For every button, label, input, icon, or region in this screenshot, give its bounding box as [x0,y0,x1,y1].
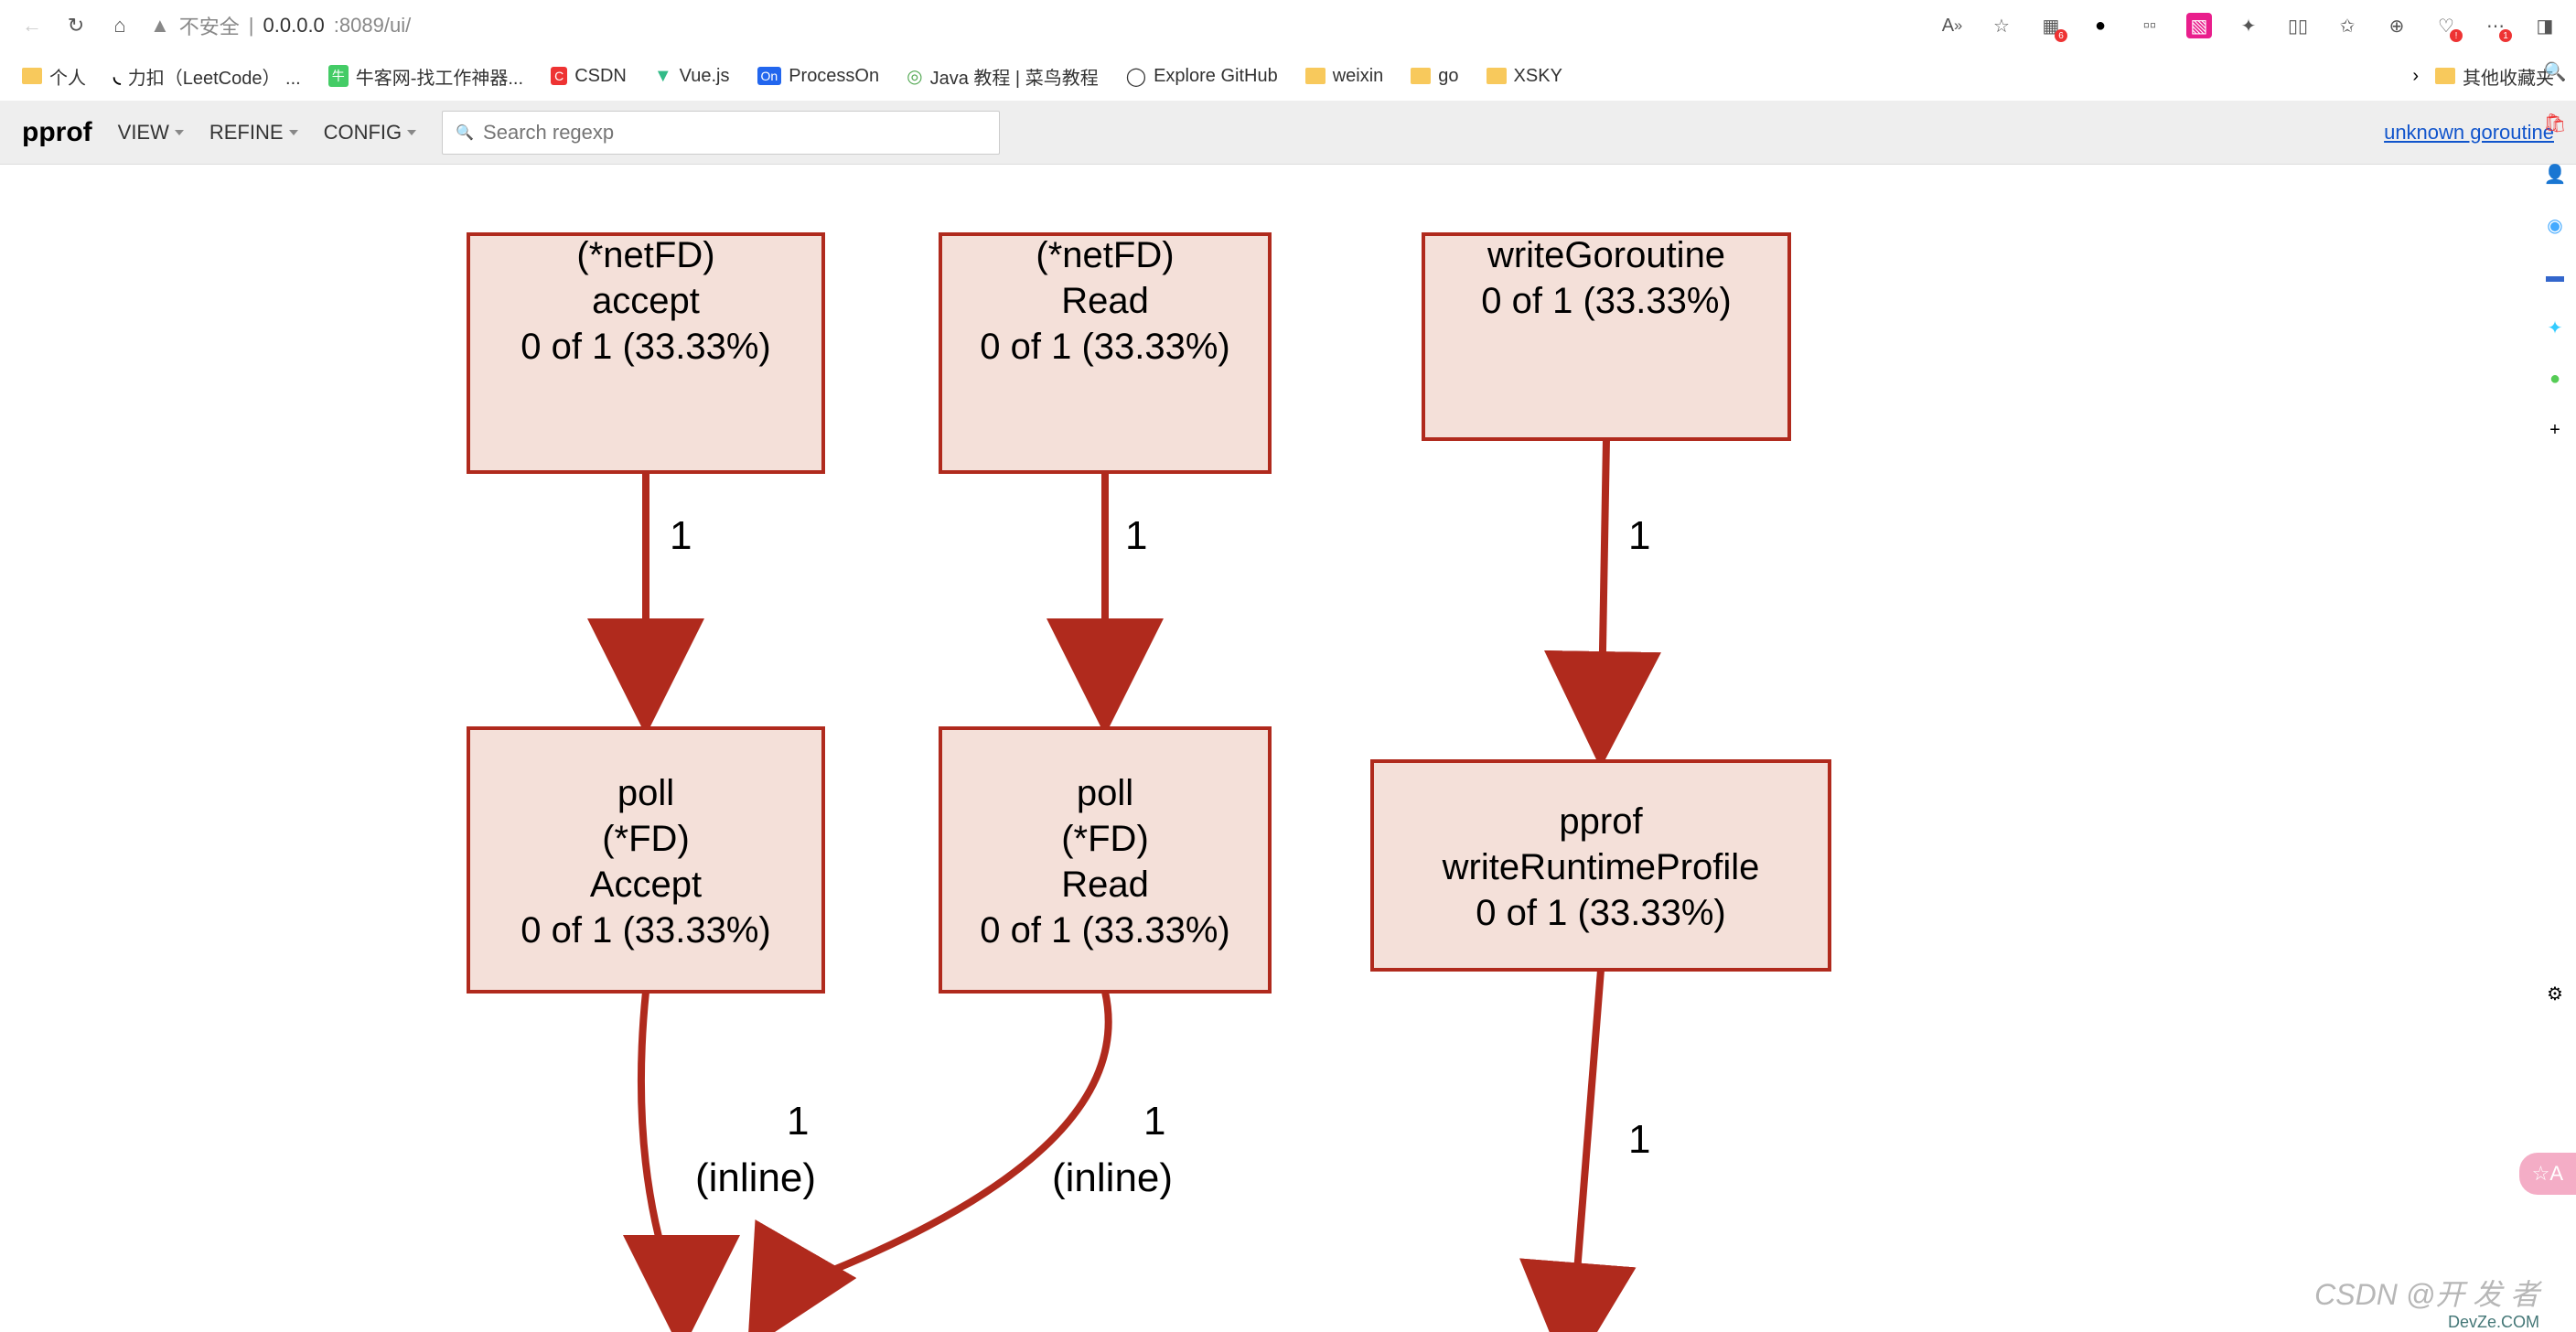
url-host: 0.0.0.0 [263,14,325,38]
edge-label: 1 [787,1099,809,1144]
edge-label: 1 [1628,513,1650,558]
node-label: Read [1061,865,1149,905]
node-label: writeGoroutine [1487,235,1725,275]
side-plus-icon[interactable]: + [2542,417,2568,443]
node-label: Read [1061,281,1149,321]
node-label: (*netFD) [576,235,714,275]
side-shop-icon[interactable]: 🛍 [2542,110,2568,135]
bookmark-item[interactable]: 牛牛客网-找工作神器... [323,59,529,93]
node-label: 0 of 1 (33.33%) [980,327,1230,367]
node-label: 0 of 1 (33.33%) [521,910,771,951]
watermark-sub: DevZe.COM [2448,1313,2539,1332]
side-settings-icon[interactable]: ⚙ [2542,981,2568,1006]
graph-node[interactable] [468,728,823,992]
node-label: pprof [1559,801,1643,842]
extensions-icon[interactable]: ✦ [2236,13,2261,38]
graph-edge[interactable] [1601,439,1606,754]
side-person-icon[interactable]: 👤 [2542,161,2568,187]
url-path: :8089/ui/ [334,14,411,38]
node-label: 0 of 1 (33.33%) [1481,281,1732,321]
bookmark-item[interactable]: OnProcessOn [752,62,886,91]
extension-icons: A» ☆ ▦6 ● ▫▫ ▧ ✦ ▯▯ ✩ ⊕ ♡! ⋯1 ◨ [1939,13,2558,38]
side-green-icon[interactable]: ● [2542,366,2568,392]
node-label: (*FD) [1061,819,1149,859]
edge-sidebar: 🔍 🛍 👤 ◉ ▬ ✦ ● + ⚙ [2534,51,2576,1006]
bookmark-item[interactable]: go [1405,62,1464,91]
graph-edge[interactable] [1570,970,1601,1332]
node-label: poll [617,773,674,813]
bookmark-item[interactable]: 个人 [16,59,91,93]
profile-link[interactable]: unknown goroutine [2384,121,2554,145]
edge-label: 1 [1143,1099,1165,1144]
bookmark-item[interactable]: weixin [1300,62,1390,91]
node-label: poll [1077,773,1133,813]
home-button[interactable]: ⌂ [106,12,134,39]
node-label: writeRuntimeProfile [1442,847,1760,887]
pprof-menu-view[interactable]: VIEW [118,121,184,145]
folder-icon [2435,68,2455,84]
side-search-icon[interactable]: 🔍 [2542,59,2568,84]
bookmark-item[interactable]: ▼Vue.js [649,62,735,91]
favorite-icon[interactable]: ☆ [1989,13,2014,38]
float-badge[interactable]: ☆A [2519,1153,2576,1195]
search-icon: 🔍 [456,124,474,142]
ext-circle-icon[interactable]: ● [2088,13,2113,38]
sidebar-icon[interactable]: ◨ [2532,13,2558,38]
node-label: 0 of 1 (33.33%) [521,327,771,367]
bookmark-item[interactable]: ◯Explore GitHub [1121,61,1283,91]
node-label: (*netFD) [1036,235,1174,275]
node-label: Accept [590,865,702,905]
edge-sublabel: (inline) [695,1155,816,1200]
pprof-logo: pprof [22,117,92,148]
call-graph[interactable]: 1 1 1 1 (inline) 1 (inline) 1 (*netFD) accept 0 of… [0,165,2576,1332]
search-input[interactable] [483,121,986,145]
more-icon[interactable]: ⋯1 [2483,13,2508,38]
pprof-menu-refine[interactable]: REFINE [209,121,298,145]
side-bird-icon[interactable]: ✦ [2542,315,2568,340]
watermark: CSDN @开 发 者 [2314,1272,2539,1314]
security-label: 不安全 [179,11,240,40]
bookmark-item[interactable]: ◎Java 教程 | 菜鸟教程 [901,59,1104,93]
ext-blocks-icon[interactable]: ▦6 [2038,13,2064,38]
side-blue-icon[interactable]: ◉ [2542,212,2568,238]
ext-qr-icon[interactable]: ▫▫ [2137,13,2163,38]
node-label: (*FD) [602,819,690,859]
bookmarks-chevron-icon[interactable]: › [2412,66,2419,87]
node-label: accept [592,281,700,321]
bookmark-item[interactable]: XSKY [1481,62,1568,91]
bookmark-item[interactable]: CCSDN [545,62,632,91]
graph-edge[interactable] [641,992,682,1332]
bookmarks-bar: 个人 ◟力扣（LeetCode） ... 牛牛客网-找工作神器... CCSDN ▼Vu… [0,51,2576,101]
ext-pink-icon[interactable]: ▧ [2186,13,2212,38]
collections-icon[interactable]: ⊕ [2384,13,2410,38]
browser-nav-bar: ← ↻ ⌂ ▲ 不安全 | 0.0.0.0:8089/ui/ A» ☆ ▦6 ●… [0,0,2576,51]
edge-label: 1 [1125,513,1147,558]
bookmark-item[interactable]: ◟力扣（LeetCode） ... [108,59,306,93]
graph-node[interactable] [940,728,1270,992]
node-label: 0 of 1 (33.33%) [1476,893,1726,933]
edge-label: 1 [670,513,692,558]
search-box[interactable]: 🔍 [442,111,1000,155]
refresh-button[interactable]: ↻ [62,12,90,39]
node-label: 0 of 1 (33.33%) [980,910,1230,951]
split-icon[interactable]: ▯▯ [2285,13,2311,38]
insecure-icon: ▲ [150,14,170,38]
favorites-star-icon[interactable]: ✩ [2334,13,2360,38]
side-office-icon[interactable]: ▬ [2542,263,2568,289]
graph-canvas[interactable]: 1 1 1 1 (inline) 1 (inline) 1 (*netFD) accept 0 of… [0,165,2576,1332]
pprof-menu-config[interactable]: CONFIG [324,121,417,145]
pprof-toolbar: pprof VIEW REFINE CONFIG 🔍 unknown gorouti… [0,101,2576,165]
edge-sublabel: (inline) [1052,1155,1173,1200]
heart-icon[interactable]: ♡! [2433,13,2459,38]
edge-label: 1 [1628,1117,1650,1162]
address-bar[interactable]: ▲ 不安全 | 0.0.0.0:8089/ui/ [150,11,411,40]
back-button[interactable]: ← [18,12,46,39]
read-aloud-icon[interactable]: A» [1939,13,1965,38]
